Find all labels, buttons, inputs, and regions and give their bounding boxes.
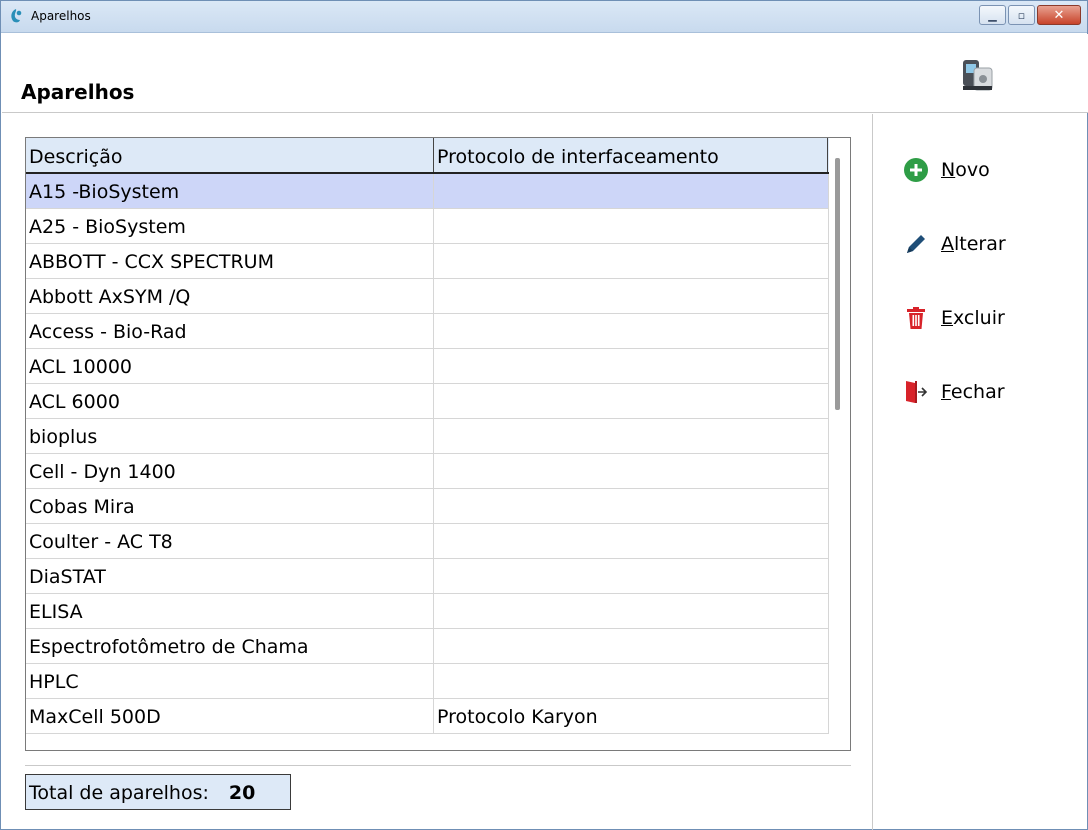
trash-icon	[901, 303, 931, 333]
cell-protocolo	[434, 384, 829, 418]
alterar-button[interactable]: Alterar	[901, 226, 1061, 262]
novo-button[interactable]: Novo	[901, 152, 1061, 188]
excluir-button[interactable]: Excluir	[901, 300, 1061, 336]
page-header: Aparelhos	[2, 34, 1088, 113]
cell-protocolo	[434, 664, 829, 698]
cell-descricao: MaxCell 500D	[26, 699, 434, 733]
analyzer-device-icon	[963, 60, 993, 91]
cell-descricao: ELISA	[26, 594, 434, 628]
close-window-button[interactable]: ✕	[1037, 5, 1081, 25]
cell-descricao: Cobas Mira	[26, 489, 434, 523]
fechar-button[interactable]: Fechar	[901, 374, 1061, 410]
cell-descricao: HPLC	[26, 664, 434, 698]
cell-protocolo	[434, 349, 829, 383]
grid-rows: A15 -BioSystem A25 - BioSystem ABBOTT - CC…	[26, 174, 829, 734]
exit-door-icon	[901, 377, 931, 407]
cell-descricao: A25 - BioSystem	[26, 209, 434, 243]
table-row[interactable]: Access - Bio-Rad	[26, 314, 829, 349]
window-title: Aparelhos	[31, 9, 91, 23]
minimize-icon: ▁	[988, 8, 997, 22]
cell-descricao: ACL 6000	[26, 384, 434, 418]
cell-protocolo: Protocolo Karyon	[434, 699, 829, 733]
cell-protocolo	[434, 489, 829, 523]
fechar-label: Fechar	[941, 381, 1005, 403]
column-header-descricao[interactable]: Descrição	[26, 138, 434, 172]
table-row[interactable]: Coulter - AC T8	[26, 524, 829, 559]
cell-descricao: A15 -BioSystem	[26, 174, 434, 208]
vertical-scrollbar[interactable]	[835, 158, 840, 410]
table-row[interactable]: A25 - BioSystem	[26, 209, 829, 244]
minimize-button[interactable]: ▁	[979, 5, 1006, 25]
side-panel-divider	[872, 114, 873, 830]
window-controls: ▁ ▫ ✕	[979, 5, 1081, 27]
maximize-button[interactable]: ▫	[1008, 5, 1035, 25]
cell-protocolo	[434, 524, 829, 558]
cell-protocolo	[434, 314, 829, 348]
alterar-label: Alterar	[941, 233, 1006, 255]
page-title: Aparelhos	[21, 80, 135, 104]
title-bar[interactable]: Aparelhos ▁ ▫ ✕	[1, 1, 1087, 33]
excluir-label: Excluir	[941, 307, 1005, 329]
table-row[interactable]: Cobas Mira	[26, 489, 829, 524]
table-row[interactable]: ABBOTT - CCX SPECTRUM	[26, 244, 829, 279]
table-row[interactable]: bioplus	[26, 419, 829, 454]
table-row[interactable]: ACL 10000	[26, 349, 829, 384]
cell-protocolo	[434, 559, 829, 593]
cell-descricao: Abbott AxSYM /Q	[26, 279, 434, 313]
total-value: 20	[228, 782, 256, 804]
cell-descricao: Coulter - AC T8	[26, 524, 434, 558]
table-row[interactable]: Cell - Dyn 1400	[26, 454, 829, 489]
cell-descricao: Cell - Dyn 1400	[26, 454, 434, 488]
close-icon: ✕	[1053, 7, 1065, 23]
plus-circle-icon	[901, 155, 931, 185]
grid-header: Descrição Protocolo de interfaceamento	[26, 138, 829, 174]
cell-protocolo	[434, 174, 829, 208]
cell-descricao: Access - Bio-Rad	[26, 314, 434, 348]
total-label: Total de aparelhos:	[29, 782, 209, 804]
cell-protocolo	[434, 279, 829, 313]
maximize-icon: ▫	[1017, 8, 1026, 22]
novo-label: Novo	[941, 159, 990, 181]
table-row[interactable]: ACL 6000	[26, 384, 829, 419]
table-row[interactable]: Espectrofotômetro de Chama	[26, 629, 829, 664]
table-row[interactable]: A15 -BioSystem	[26, 174, 829, 209]
table-row[interactable]: ELISA	[26, 594, 829, 629]
cell-descricao: ABBOTT - CCX SPECTRUM	[26, 244, 434, 278]
table-row[interactable]: HPLC	[26, 664, 829, 699]
table-row[interactable]: MaxCell 500D Protocolo Karyon	[26, 699, 829, 734]
cell-descricao: bioplus	[26, 419, 434, 453]
cell-descricao: ACL 10000	[26, 349, 434, 383]
app-logo-icon	[11, 9, 22, 23]
column-header-protocolo[interactable]: Protocolo de interfaceamento	[434, 138, 828, 172]
cell-protocolo	[434, 244, 829, 278]
cell-descricao: DiaSTAT	[26, 559, 434, 593]
app-window: Aparelhos ▁ ▫ ✕ Aparelhos Descrição Prot	[0, 0, 1088, 830]
cell-protocolo	[434, 594, 829, 628]
cell-protocolo	[434, 419, 829, 453]
pencil-icon	[901, 229, 931, 259]
cell-descricao: Espectrofotômetro de Chama	[26, 629, 434, 663]
footer-divider	[25, 765, 851, 766]
table-row[interactable]: DiaSTAT	[26, 559, 829, 594]
table-row[interactable]: Abbott AxSYM /Q	[26, 279, 829, 314]
devices-grid[interactable]: Descrição Protocolo de interfaceamento A…	[25, 137, 851, 751]
cell-protocolo	[434, 454, 829, 488]
cell-protocolo	[434, 209, 829, 243]
total-devices-box: Total de aparelhos: 20	[25, 774, 291, 810]
cell-protocolo	[434, 629, 829, 663]
